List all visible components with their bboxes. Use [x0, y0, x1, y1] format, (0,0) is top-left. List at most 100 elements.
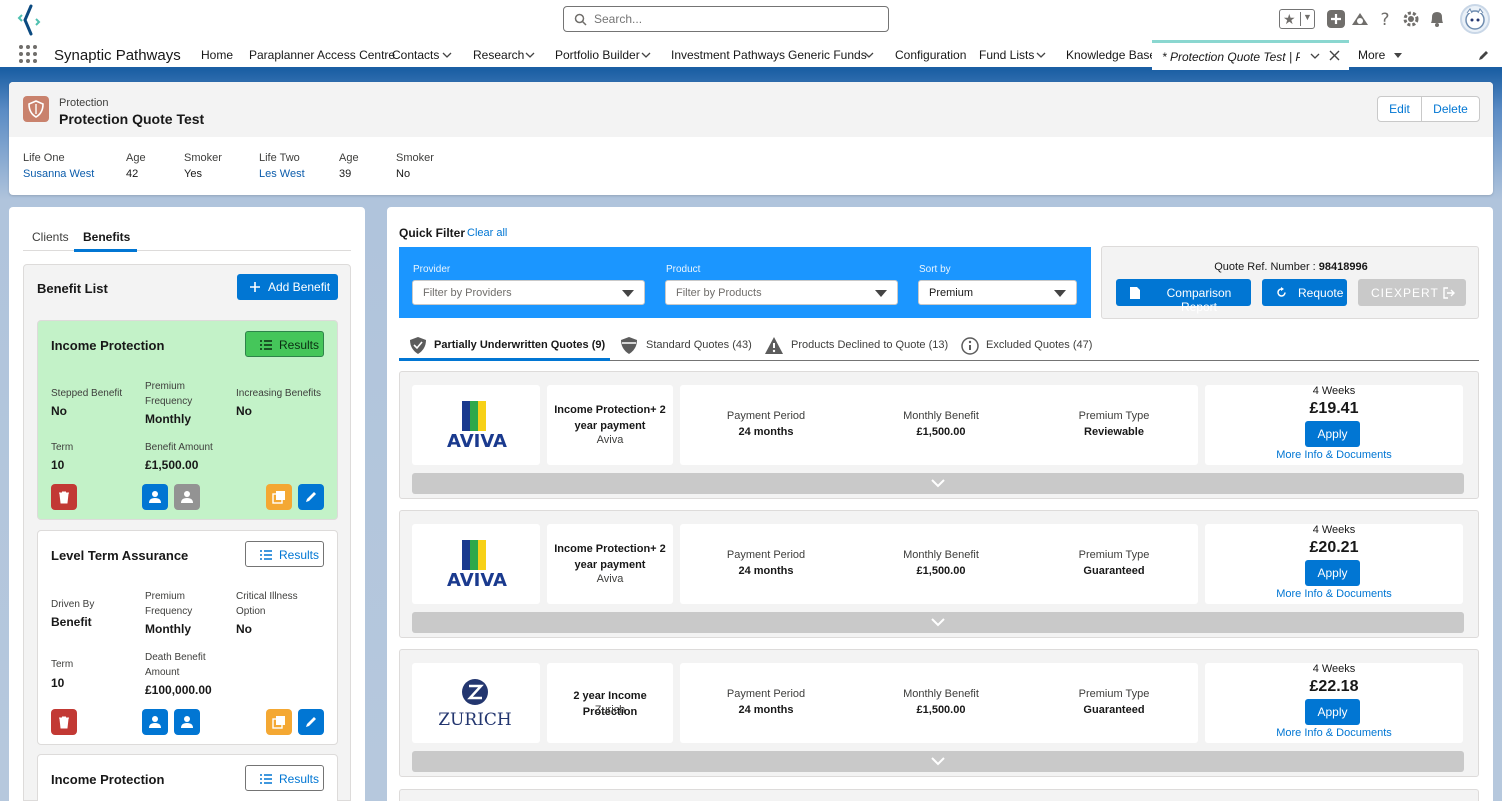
clear-all-link[interactable]: Clear all	[467, 227, 507, 239]
provider-filter-placeholder: Filter by Providers	[423, 287, 512, 299]
results-button[interactable]: Results	[245, 541, 324, 567]
tab-partially-underwritten-quotes[interactable]: Partially Underwritten Quotes (9)	[434, 339, 605, 351]
expand-quote-bar[interactable]	[412, 473, 1464, 494]
apply-button[interactable]: Apply	[1305, 560, 1360, 586]
edit-button[interactable]: Edit	[1377, 96, 1422, 122]
quote-card: ZURICH 2 year Income Protection Zurich P…	[399, 649, 1479, 777]
nav-configuration[interactable]: Configuration	[895, 48, 966, 62]
results-button[interactable]: Results	[245, 765, 324, 791]
nav-investment-pathways[interactable]: Investment Pathways	[671, 48, 785, 62]
benefit-card-income-protection[interactable]: Income Protection Results Stepped Benefi…	[37, 320, 338, 520]
chevron-down-icon[interactable]	[442, 50, 452, 60]
delete-benefit-button[interactable]	[51, 709, 77, 735]
age-one-value: 42	[126, 168, 139, 180]
edit-nav-pencil-icon[interactable]	[1477, 49, 1490, 62]
requote-button[interactable]: Requote	[1262, 279, 1347, 306]
active-quote-tab-indicator	[399, 358, 610, 361]
nav-more[interactable]: More	[1358, 48, 1385, 62]
chevron-down-icon[interactable]	[525, 50, 535, 60]
life-one-button[interactable]	[142, 709, 168, 735]
product-filter-label: Product	[666, 264, 701, 275]
record-title: Protection Quote Test	[59, 111, 205, 127]
tab-standard-quotes[interactable]: Standard Quotes (43)	[646, 339, 752, 351]
nav-home[interactable]: Home	[201, 48, 233, 62]
add-benefit-button[interactable]: Add Benefit	[237, 274, 338, 300]
person-icon	[181, 716, 193, 728]
tab-products-declined-to-quote[interactable]: Products Declined to Quote (13)	[791, 339, 948, 351]
gear-icon[interactable]	[1401, 9, 1421, 29]
premium-type-value: Guaranteed	[1083, 565, 1145, 577]
nav-knowledge-base[interactable]: Knowledge Base	[1066, 48, 1156, 62]
filter-bar: Provider Filter by Providers Product Fil…	[399, 247, 1091, 318]
provider-name: Aviva	[596, 434, 624, 446]
expand-quote-bar[interactable]	[412, 612, 1464, 633]
notification-bell-icon[interactable]	[1427, 9, 1447, 29]
app-logo-icon[interactable]	[14, 4, 44, 36]
chevron-down-icon[interactable]	[1036, 50, 1046, 60]
nav-fund-lists[interactable]: Fund Lists	[979, 48, 1034, 62]
benefit-card-level-term-assurance[interactable]: Level Term Assurance Results Driven By B…	[37, 530, 338, 745]
trailhead-icon[interactable]	[1350, 9, 1370, 29]
tab-excluded-quotes[interactable]: Excluded Quotes (47)	[986, 339, 1092, 351]
delete-button[interactable]: Delete	[1421, 96, 1480, 122]
copy-benefit-button[interactable]	[266, 709, 292, 735]
ciexpert-button[interactable]: CIEXPERT	[1358, 279, 1466, 306]
more-info-documents-link[interactable]: More Info & Documents	[1205, 449, 1463, 461]
apply-button[interactable]: Apply	[1305, 699, 1360, 725]
quote-ref-number: 98418996	[1318, 261, 1368, 273]
nav-portfolio-builder[interactable]: Portfolio Builder	[555, 48, 640, 62]
results-label: Results	[279, 548, 320, 562]
caret-down-icon[interactable]	[1393, 51, 1403, 61]
edit-benefit-button[interactable]	[298, 484, 324, 510]
expand-quote-bar[interactable]	[412, 751, 1464, 772]
edit-benefit-button[interactable]	[298, 709, 324, 735]
delete-benefit-button[interactable]	[51, 484, 77, 510]
product-filter-select[interactable]: Filter by Products	[665, 280, 898, 305]
sort-by-select[interactable]: Premium	[918, 280, 1077, 305]
provider-filter-select[interactable]: Filter by Providers	[412, 280, 645, 305]
quote-details-cell: Payment Period 24 months Monthly Benefit…	[680, 663, 1198, 743]
chevron-down-icon	[931, 479, 945, 488]
field-value: £100,000.00	[145, 683, 212, 697]
favorites-button[interactable]: ★ ▼	[1279, 9, 1315, 29]
global-search[interactable]	[563, 6, 889, 32]
nav-contacts[interactable]: Contacts	[392, 48, 439, 62]
product-cell: Income Protection+ 2 year payment Aviva	[547, 385, 673, 465]
results-button[interactable]: Results	[245, 331, 324, 357]
life-one-button[interactable]	[142, 484, 168, 510]
tab-label: * Protection Quote Test | Pro...	[1162, 50, 1300, 64]
search-input[interactable]	[594, 11, 874, 27]
payment-period-label: Payment Period	[726, 688, 806, 700]
tab-clients[interactable]: Clients	[32, 230, 69, 244]
comparison-report-button[interactable]: Comparison Report	[1116, 279, 1251, 314]
app-launcher-icon[interactable]	[19, 45, 37, 63]
apply-button[interactable]: Apply	[1305, 421, 1360, 447]
help-icon[interactable]: ?	[1375, 9, 1395, 29]
caret-down-icon[interactable]: ▼	[1303, 12, 1312, 22]
product-filter-placeholder: Filter by Products	[676, 287, 762, 299]
nav-generic-funds[interactable]: Generic Funds	[788, 48, 867, 62]
copy-benefit-button[interactable]	[266, 484, 292, 510]
monthly-benefit-value: £1,500.00	[916, 704, 966, 716]
life-two-link[interactable]: Les West	[259, 168, 305, 180]
more-info-documents-link[interactable]: More Info & Documents	[1205, 727, 1463, 739]
chevron-down-icon[interactable]	[864, 50, 874, 60]
add-icon[interactable]	[1326, 9, 1346, 29]
user-avatar[interactable]	[1460, 4, 1490, 34]
chevron-down-icon[interactable]	[1310, 51, 1320, 61]
monthly-benefit-value: £1,500.00	[916, 565, 966, 577]
life-two-button[interactable]	[174, 484, 200, 510]
quote-card: AVIVA Income Protection+ 2 year payment …	[399, 510, 1479, 638]
benefit-card-income-protection-2[interactable]: Income Protection Results	[37, 754, 338, 801]
nav-paraplanner-access-centre[interactable]: Paraplanner Access Centre	[249, 48, 395, 62]
nav-research[interactable]: Research	[473, 48, 524, 62]
monthly-benefit-label: Monthly Benefit	[903, 410, 979, 422]
tab-benefits[interactable]: Benefits	[83, 230, 130, 244]
close-icon[interactable]	[1329, 50, 1340, 61]
chevron-down-icon[interactable]	[641, 50, 651, 60]
premium-type-label: Premium Type	[1078, 549, 1150, 561]
more-info-documents-link[interactable]: More Info & Documents	[1205, 588, 1463, 600]
life-two-button[interactable]	[174, 709, 200, 735]
tab-protection-quote-test[interactable]: * Protection Quote Test | Pro...	[1152, 40, 1349, 70]
life-one-link[interactable]: Susanna West	[23, 168, 94, 180]
